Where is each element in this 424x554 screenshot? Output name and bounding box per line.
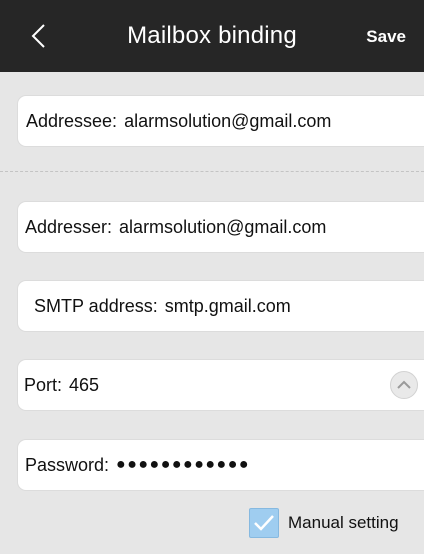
password-label: Password: [25,454,110,475]
port-field[interactable]: Port: 465 [18,360,424,410]
addressee-label: Addressee: [26,110,118,131]
smtp-address-label: SMTP address: [34,295,158,316]
manual-setting-label: Manual setting [288,513,399,532]
addressee-field[interactable]: Addressee: alarmsolution@gmail.com [18,96,424,146]
addressee-value[interactable]: alarmsolution@gmail.com [124,111,331,132]
port-label: Port: [24,374,63,395]
password-value[interactable]: ●●●●●●●●●●●● [116,456,250,474]
checkmark-icon [254,515,274,531]
smtp-address-field[interactable]: SMTP address: smtp.gmail.com [18,281,424,331]
addresser-value[interactable]: alarmsolution@gmail.com [119,217,326,238]
page-title: Mailbox binding [127,22,297,49]
password-field[interactable]: Password: ●●●●●●●●●●●● [18,440,424,490]
save-button[interactable]: Save [366,26,406,48]
manual-setting-checkbox[interactable] [249,508,279,538]
smtp-address-value[interactable]: smtp.gmail.com [165,296,291,317]
addresser-label: Addresser: [25,216,113,237]
addresser-field[interactable]: Addresser: alarmsolution@gmail.com [18,202,424,252]
manual-setting-option[interactable]: Manual setting [249,508,399,538]
section-divider [0,171,424,172]
top-bar: Mailbox binding Save [0,0,424,72]
port-value[interactable]: 465 [69,375,99,396]
chevron-up-icon[interactable] [390,371,418,399]
